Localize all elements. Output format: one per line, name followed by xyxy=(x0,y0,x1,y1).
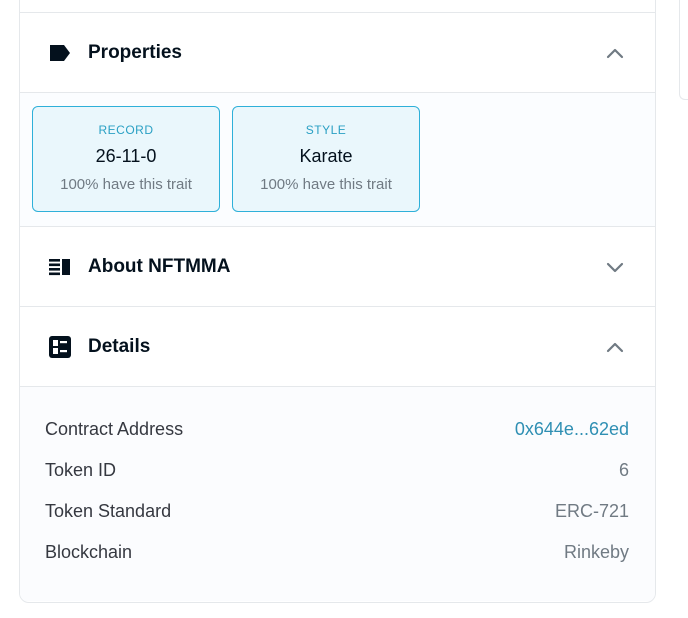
property-type: RECORD xyxy=(98,123,154,137)
details-value: ERC-721 xyxy=(554,501,629,521)
label-tag-icon xyxy=(48,41,72,65)
details-value: Rinkeby xyxy=(563,542,629,562)
details-row-token-id: Token ID 6 xyxy=(45,460,629,501)
details-title: Details xyxy=(88,335,151,357)
details-body: Contract Address 0x644e...62ed Token ID … xyxy=(20,387,655,601)
subject-list-icon xyxy=(48,255,72,279)
chevron-up-icon[interactable] xyxy=(603,41,627,65)
properties-section-header[interactable]: Properties xyxy=(20,13,655,93)
property-card-style[interactable]: STYLE Karate 100% have this trait xyxy=(232,106,420,212)
property-rarity: 100% have this trait xyxy=(60,176,192,193)
details-value: 6 xyxy=(618,460,629,480)
property-card-record[interactable]: RECORD 26-11-0 100% have this trait xyxy=(32,106,220,212)
details-section-header[interactable]: Details xyxy=(20,307,655,387)
details-key: Token Standard xyxy=(45,501,172,521)
details-key: Blockchain xyxy=(45,542,133,562)
properties-body: RECORD 26-11-0 100% have this trait STYL… xyxy=(20,93,655,227)
property-value: Karate xyxy=(299,146,353,166)
property-type: STYLE xyxy=(305,123,347,137)
about-title: About NFTMMA xyxy=(88,255,231,277)
item-detail-panel: Properties RECORD 26-11-0 100% have this… xyxy=(19,0,656,603)
property-rarity: 100% have this trait xyxy=(260,176,392,193)
contract-address-link[interactable]: 0x644e...62ed xyxy=(515,419,629,460)
property-value: 26-11-0 xyxy=(95,146,157,166)
details-key: Token ID xyxy=(45,460,117,480)
chevron-down-icon[interactable] xyxy=(603,255,627,279)
details-row-blockchain: Blockchain Rinkeby xyxy=(45,542,629,583)
details-row-contract: Contract Address 0x644e...62ed xyxy=(45,419,629,460)
properties-title: Properties xyxy=(88,41,182,63)
details-key: Contract Address xyxy=(45,419,184,439)
panel-top-divider xyxy=(20,0,655,13)
about-section-header[interactable]: About NFTMMA xyxy=(20,227,655,307)
details-row-token-standard: Token Standard ERC-721 xyxy=(45,501,629,542)
dashboard-icon xyxy=(48,335,72,359)
chevron-up-icon[interactable] xyxy=(603,335,627,359)
adjacent-panel-edge xyxy=(679,0,688,100)
